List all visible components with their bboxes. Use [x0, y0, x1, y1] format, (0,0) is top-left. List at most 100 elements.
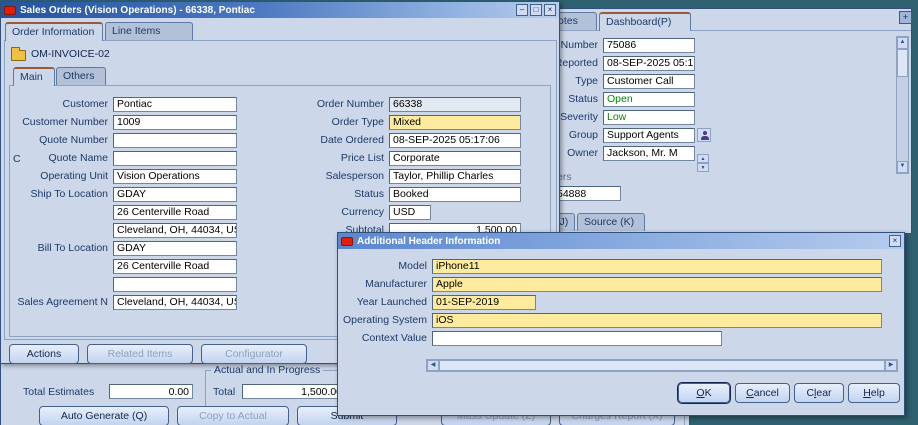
order-number-input[interactable]: 66338: [389, 97, 521, 112]
quote-number-input[interactable]: [113, 133, 237, 148]
scroll-down-icon[interactable]: [897, 161, 908, 173]
related-items-button[interactable]: Related Items: [87, 344, 193, 364]
group-label: Group: [553, 129, 603, 141]
year-launched-input[interactable]: 01-SEP-2019: [432, 295, 536, 310]
service-request-fields: Number75086Reported08-SEP-2025 05:1TypeC…: [553, 36, 711, 162]
manufacturer-input[interactable]: Apple: [432, 277, 882, 292]
price-list-input[interactable]: Corporate: [389, 151, 521, 166]
field-row: Operating UnitVision Operations: [7, 167, 237, 185]
clear-button[interactable]: Clear: [794, 383, 844, 403]
mdi-desktop: otes Dashboard(P) Number75086Reported08-…: [0, 0, 918, 425]
customer-number-input[interactable]: 1009: [113, 115, 237, 130]
status-label: Status: [553, 93, 603, 105]
auto-generate-q-button[interactable]: Auto Generate (Q): [39, 406, 169, 425]
help-button[interactable]: Help: [848, 383, 900, 403]
status-input[interactable]: Booked: [389, 187, 521, 202]
minimize-icon[interactable]: [516, 4, 528, 16]
price-list-label: Price List: [283, 152, 389, 164]
reported-input[interactable]: 08-SEP-2025 05:1: [603, 56, 695, 71]
quote-name-input[interactable]: [113, 151, 237, 166]
copy-to-actual-button[interactable]: Copy to Actual: [177, 406, 289, 425]
tab-dashboard[interactable]: Dashboard(P): [599, 12, 691, 31]
bill-to-location-input[interactable]: GDAY: [113, 241, 237, 256]
field-row: Price ListCorporate: [283, 149, 521, 167]
tab-order-information[interactable]: Order Information: [5, 22, 103, 41]
record-scrollbar[interactable]: [697, 154, 709, 172]
quote-name-label: Quote Name: [7, 152, 113, 164]
field-row: Reported08-SEP-2025 05:1: [553, 54, 711, 72]
maximize-icon[interactable]: [530, 4, 542, 16]
owner-input[interactable]: Jackson, Mr. M: [603, 146, 695, 161]
subtab-main[interactable]: Main: [13, 67, 55, 86]
scroll-track[interactable]: [897, 77, 908, 161]
scroll-up-icon[interactable]: [897, 37, 908, 49]
number-input[interactable]: 75086: [603, 38, 695, 53]
field-row: TypeCustomer Call: [553, 72, 711, 90]
scrollbar-thumb[interactable]: [439, 360, 885, 371]
date-ordered-label: Date Ordered: [283, 134, 389, 146]
horizontal-scrollbar[interactable]: [426, 359, 898, 372]
field-row: Bill To LocationGDAY: [7, 239, 237, 257]
cancel-button[interactable]: Cancel: [735, 383, 790, 403]
field-row: Number75086: [553, 36, 711, 54]
field-input[interactable]: 26 Centerville Road: [113, 259, 237, 274]
field-input[interactable]: Cleveland, OH, 44034, US: [113, 223, 237, 238]
field-row: SeverityLow: [553, 108, 711, 126]
currency-label: Currency: [283, 206, 389, 218]
close-icon[interactable]: [889, 235, 901, 247]
subtab-others[interactable]: Others: [56, 67, 106, 85]
total-input[interactable]: 1,500.00: [242, 384, 346, 399]
mdi-window-control[interactable]: [899, 11, 912, 24]
field-row: Sales Agreement NCleveland, OH, 44034, U…: [7, 293, 237, 311]
scroll-up-icon[interactable]: [697, 154, 709, 163]
group-input[interactable]: Support Agents: [603, 128, 695, 143]
operating-system-input[interactable]: iOS: [432, 313, 882, 328]
field-row: Context Value: [340, 329, 882, 347]
severity-input[interactable]: Low: [603, 110, 695, 125]
type-label: Type: [553, 75, 603, 87]
type-input[interactable]: Customer Call: [603, 74, 695, 89]
model-input[interactable]: iPhone11: [432, 259, 882, 274]
total-estimates-input[interactable]: 0.00: [109, 384, 193, 399]
field-row: CurrencyUSD: [283, 203, 521, 221]
order-type-input[interactable]: Mixed: [389, 115, 521, 130]
close-icon[interactable]: [544, 4, 556, 16]
field-row: Operating SystemiOS: [340, 311, 882, 329]
currency-input[interactable]: USD: [389, 205, 431, 220]
actions-button[interactable]: Actions: [9, 344, 79, 364]
tab-source[interactable]: Source (K): [577, 213, 645, 231]
scroll-right-icon[interactable]: [885, 360, 897, 371]
customer-input[interactable]: Pontiac: [113, 97, 237, 112]
field-input[interactable]: 26 Centerville Road: [113, 205, 237, 220]
sales-agreement-n-input[interactable]: Cleveland, OH, 44034, US: [113, 295, 237, 310]
titlebar[interactable]: Sales Orders (Vision Operations) - 66338…: [1, 2, 559, 18]
operating-system-label: Operating System: [340, 314, 432, 326]
scrollbar-thumb[interactable]: [897, 49, 908, 77]
status-input[interactable]: Open: [603, 92, 695, 107]
dialog-title: Additional Header Information: [357, 236, 885, 247]
context-value-input[interactable]: [432, 331, 722, 346]
scroll-down-icon[interactable]: [697, 163, 709, 172]
field-input[interactable]: [113, 277, 237, 292]
operating-unit-input[interactable]: Vision Operations: [113, 169, 237, 184]
ok-button[interactable]: OK: [678, 383, 730, 403]
total-estimates-label: Total Estimates: [23, 386, 94, 398]
field-row: Order Number66338: [283, 95, 521, 113]
scroll-left-icon[interactable]: [427, 360, 439, 371]
frame-label: Actual and In Progress: [211, 364, 323, 376]
people-icon[interactable]: [697, 128, 711, 142]
sales-agreement-n-label: Sales Agreement N: [7, 296, 113, 308]
field-row: Order TypeMixed: [283, 113, 521, 131]
date-ordered-input[interactable]: 08-SEP-2025 05:17:06: [389, 133, 521, 148]
salesperson-input[interactable]: Taylor, Phillip Charles: [389, 169, 521, 184]
ship-to-location-input[interactable]: GDAY: [113, 187, 237, 202]
configurator-button[interactable]: Configurator: [201, 344, 307, 364]
field-row: SalespersonTaylor, Phillip Charles: [283, 167, 521, 185]
field-row: Date Ordered08-SEP-2025 05:17:06: [283, 131, 521, 149]
panel-scrollbar[interactable]: [896, 36, 909, 174]
service-request-window: otes Dashboard(P) Number75086Reported08-…: [548, 8, 912, 234]
partial-number-input[interactable]: 54888: [553, 186, 621, 201]
dialog-titlebar[interactable]: Additional Header Information: [338, 233, 904, 249]
tab-line-items[interactable]: Line Items: [105, 22, 193, 40]
field-row: ModeliPhone11: [340, 257, 882, 275]
